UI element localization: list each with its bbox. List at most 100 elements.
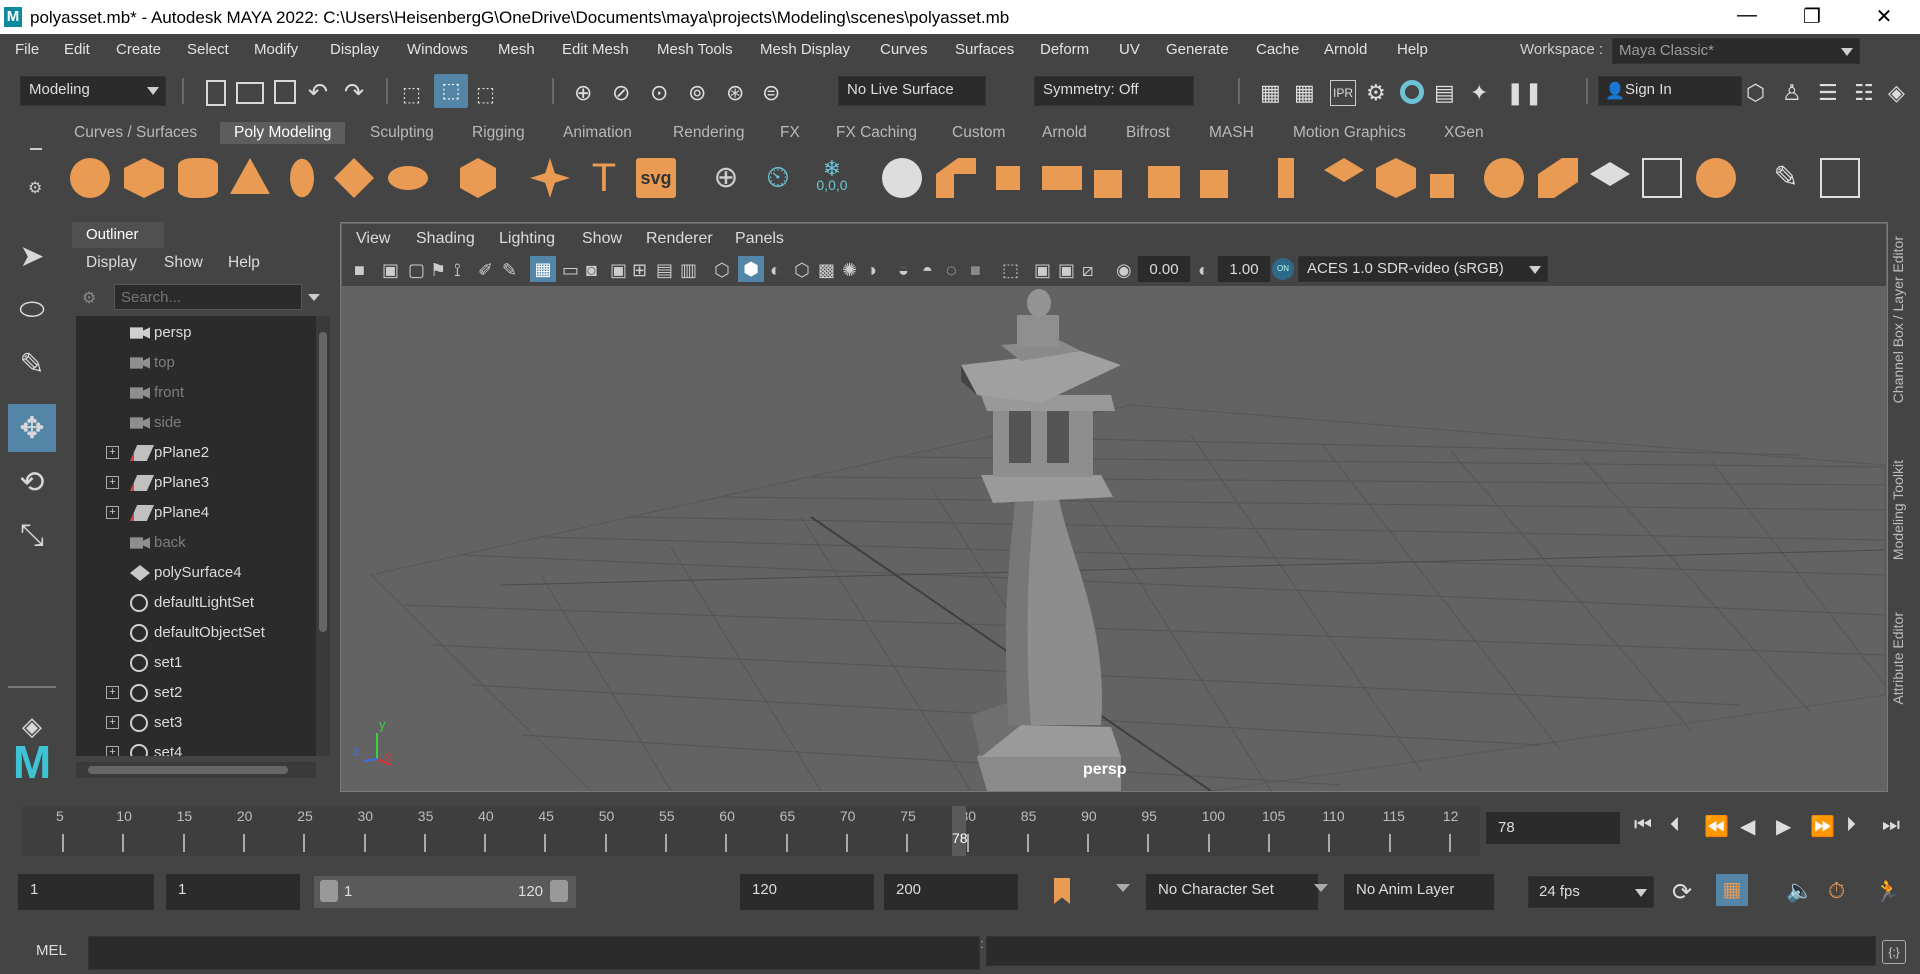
save-scene-icon[interactable] bbox=[274, 80, 296, 104]
camera-attributes-icon[interactable]: ▣ bbox=[382, 260, 399, 281]
bridge-icon[interactable] bbox=[1324, 158, 1364, 182]
auto-key-icon[interactable] bbox=[1054, 878, 1070, 904]
workspace-dropdown[interactable]: Maya Classic* bbox=[1612, 38, 1860, 64]
wireframe-on-shaded-icon[interactable]: ⬡ bbox=[794, 260, 810, 281]
select-tool-icon[interactable]: ➤ bbox=[8, 232, 56, 280]
viewport-menu-shading[interactable]: Shading bbox=[416, 230, 475, 248]
range-max-handle[interactable] bbox=[550, 880, 568, 902]
2d-pan-zoom-icon[interactable]: ⟟ bbox=[454, 260, 461, 281]
step-forward-frame-icon[interactable]: ⏵ bbox=[1846, 814, 1856, 837]
close-button[interactable]: ✕ bbox=[1864, 4, 1904, 29]
character-control-icon[interactable]: 🏃 bbox=[1874, 878, 1901, 904]
gamma-icon[interactable]: ◐ bbox=[1198, 260, 1209, 281]
restore-button[interactable]: ❐ bbox=[1792, 4, 1832, 29]
loop-icon[interactable]: ⟳ bbox=[1672, 878, 1692, 907]
menu-cache[interactable]: Cache bbox=[1256, 41, 1299, 58]
expand-icon[interactable]: + bbox=[106, 716, 119, 729]
shelf-tab-custom[interactable]: Custom bbox=[952, 124, 1005, 142]
bevel-icon[interactable] bbox=[1376, 158, 1416, 198]
menu-uv[interactable]: UV bbox=[1119, 41, 1140, 58]
range-slider[interactable]: 1 120 bbox=[314, 876, 576, 908]
append-polygon-icon[interactable] bbox=[1590, 162, 1630, 186]
viewport-menu-show[interactable]: Show bbox=[582, 230, 622, 248]
chevron-down-icon[interactable] bbox=[1314, 884, 1328, 892]
pause-icon[interactable]: ❚❚ bbox=[1506, 80, 1543, 106]
expand-icon[interactable]: + bbox=[106, 476, 119, 489]
select-by-component-icon[interactable]: ⬚ bbox=[476, 82, 502, 108]
chevron-down-icon[interactable] bbox=[308, 294, 320, 301]
mirror-icon[interactable] bbox=[996, 166, 1020, 190]
arnold-tools-icon[interactable]: ✦ bbox=[1470, 80, 1496, 106]
redo-icon[interactable]: ↷ bbox=[344, 81, 370, 108]
menu-windows[interactable]: Windows bbox=[407, 41, 468, 58]
outliner-item-set2[interactable]: + set2 bbox=[76, 678, 316, 708]
camera-select-icon[interactable]: ■ bbox=[354, 260, 365, 281]
undo-icon[interactable]: ↶ bbox=[308, 81, 334, 108]
symmetry-dropdown[interactable]: Symmetry: Off bbox=[1034, 76, 1194, 106]
exposure-icon[interactable]: ◉ bbox=[1116, 260, 1132, 281]
viewport-menu-panels[interactable]: Panels bbox=[735, 230, 784, 248]
anim-layer-field[interactable]: No Anim Layer bbox=[1344, 874, 1494, 910]
outliner-item-persp[interactable]: persp bbox=[76, 318, 316, 348]
outliner-hscrollbar[interactable] bbox=[76, 762, 316, 778]
target-weld-icon[interactable] bbox=[1696, 158, 1736, 198]
svg-tool-icon[interactable]: svg bbox=[636, 158, 676, 198]
outliner-item-front[interactable]: front bbox=[76, 378, 316, 408]
shelf-tab-bifrost[interactable]: Bifrost bbox=[1126, 124, 1170, 142]
open-scene-icon[interactable] bbox=[236, 82, 264, 104]
step-back-frame-icon[interactable]: ⏴ bbox=[1670, 814, 1680, 837]
isolate-select-icon[interactable]: ⬚ bbox=[1002, 260, 1019, 281]
grid-toggle-icon[interactable]: ▦ bbox=[530, 256, 556, 282]
playback-start-field[interactable]: 1 bbox=[166, 874, 300, 910]
current-frame-field[interactable]: 78 bbox=[1486, 812, 1620, 844]
combine-icon[interactable] bbox=[882, 158, 922, 198]
outliner-item-side[interactable]: side bbox=[76, 408, 316, 438]
poly-sphere-icon[interactable] bbox=[70, 158, 110, 198]
gear-icon[interactable]: ⚙ bbox=[28, 178, 42, 198]
xray-icon[interactable]: ▣ bbox=[1034, 260, 1051, 281]
outliner-item-defaultlightset[interactable]: defaultLightSet bbox=[76, 588, 316, 618]
menu-modify[interactable]: Modify bbox=[254, 41, 298, 58]
field-chart-icon[interactable]: ⊞ bbox=[632, 260, 647, 281]
outliner-menu-help[interactable]: Help bbox=[228, 254, 260, 272]
mode-dropdown[interactable]: Modeling bbox=[20, 76, 166, 106]
freeze-transform-icon[interactable]: ❄ 0,0,0 bbox=[812, 158, 852, 198]
shelf-tab-rigging[interactable]: Rigging bbox=[472, 124, 525, 142]
snap-view-icon[interactable]: ⊚ bbox=[688, 80, 714, 106]
wireframe-icon[interactable]: ⬡ bbox=[714, 260, 730, 281]
stone-lantern-model[interactable] bbox=[961, 289, 1121, 791]
arnold-render-icon[interactable]: ▤ bbox=[1434, 80, 1460, 106]
outliner-menu-display[interactable]: Display bbox=[86, 254, 137, 272]
select-by-hierarchy-icon[interactable]: ⬚ bbox=[402, 82, 428, 108]
image-plane-icon[interactable]: ⚑ bbox=[430, 260, 446, 281]
menu-display[interactable]: Display bbox=[330, 41, 379, 58]
lasso-tool-icon[interactable]: ⬭ bbox=[8, 286, 56, 334]
exposure-field[interactable]: 0.00 bbox=[1138, 256, 1190, 282]
outliner-item-polysurface4[interactable]: polySurface4 bbox=[76, 558, 316, 588]
step-back-key-icon[interactable]: ⏪ bbox=[1704, 814, 1729, 839]
snap-surface-icon[interactable]: ⊛ bbox=[726, 80, 752, 106]
attribute-editor-icon[interactable]: ☰ bbox=[1818, 80, 1844, 106]
lights-icon[interactable]: ✺ bbox=[842, 260, 857, 281]
shelf-tab-xgen[interactable]: XGen bbox=[1444, 124, 1484, 142]
render-settings-icon[interactable]: ⚙ bbox=[1366, 80, 1392, 106]
poly-cube-icon[interactable] bbox=[124, 158, 164, 198]
animation-preferences-icon[interactable]: ⏱ bbox=[1828, 878, 1845, 904]
expand-icon[interactable]: + bbox=[106, 746, 119, 756]
outliner-item-top[interactable]: top bbox=[76, 348, 316, 378]
viewport-menu-renderer[interactable]: Renderer bbox=[646, 230, 713, 248]
expand-icon[interactable]: + bbox=[106, 686, 119, 699]
shelf-menu-icon[interactable] bbox=[30, 148, 42, 150]
shelf-tab-motion-graphics[interactable]: Motion Graphics bbox=[1293, 124, 1406, 142]
channel-box-layer-editor-tab[interactable]: Channel Box / Layer Editor bbox=[1890, 236, 1906, 403]
go-to-start-icon[interactable]: ⏮ bbox=[1634, 814, 1652, 837]
sign-in-button[interactable]: 👤 Sign In bbox=[1598, 76, 1742, 106]
outliner-item-back[interactable]: back bbox=[76, 528, 316, 558]
outliner-tab[interactable]: Outliner bbox=[72, 222, 164, 248]
tool-settings-icon[interactable]: ☷ bbox=[1854, 80, 1880, 106]
maya-m-icon[interactable]: M bbox=[8, 736, 56, 788]
time-slider[interactable]: 5 10 15 20 25 30 35 40 45 50 55 60 65 70 75 80 85 90 95 100… bbox=[22, 806, 1480, 856]
xray-components-icon[interactable]: ⧄ bbox=[1082, 260, 1093, 281]
snap-grid-icon[interactable]: ⊕ bbox=[574, 80, 600, 106]
animation-end-field[interactable]: 200 bbox=[884, 874, 1018, 910]
